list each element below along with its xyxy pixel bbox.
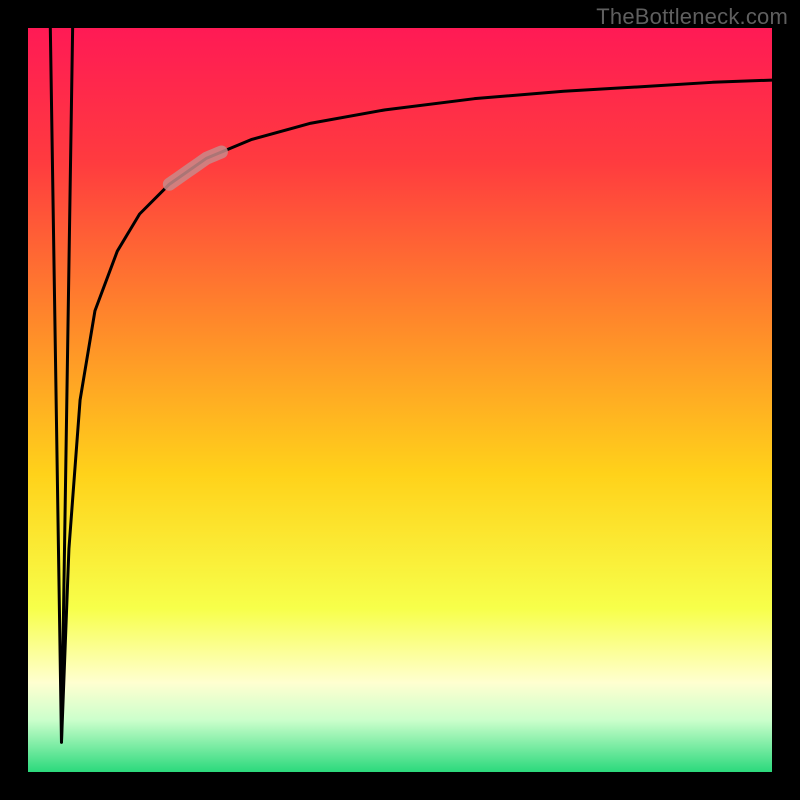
watermark-text: TheBottleneck.com (596, 4, 788, 30)
chart-svg (0, 0, 800, 800)
chart-background (28, 28, 772, 772)
chart-container: TheBottleneck.com (0, 0, 800, 800)
